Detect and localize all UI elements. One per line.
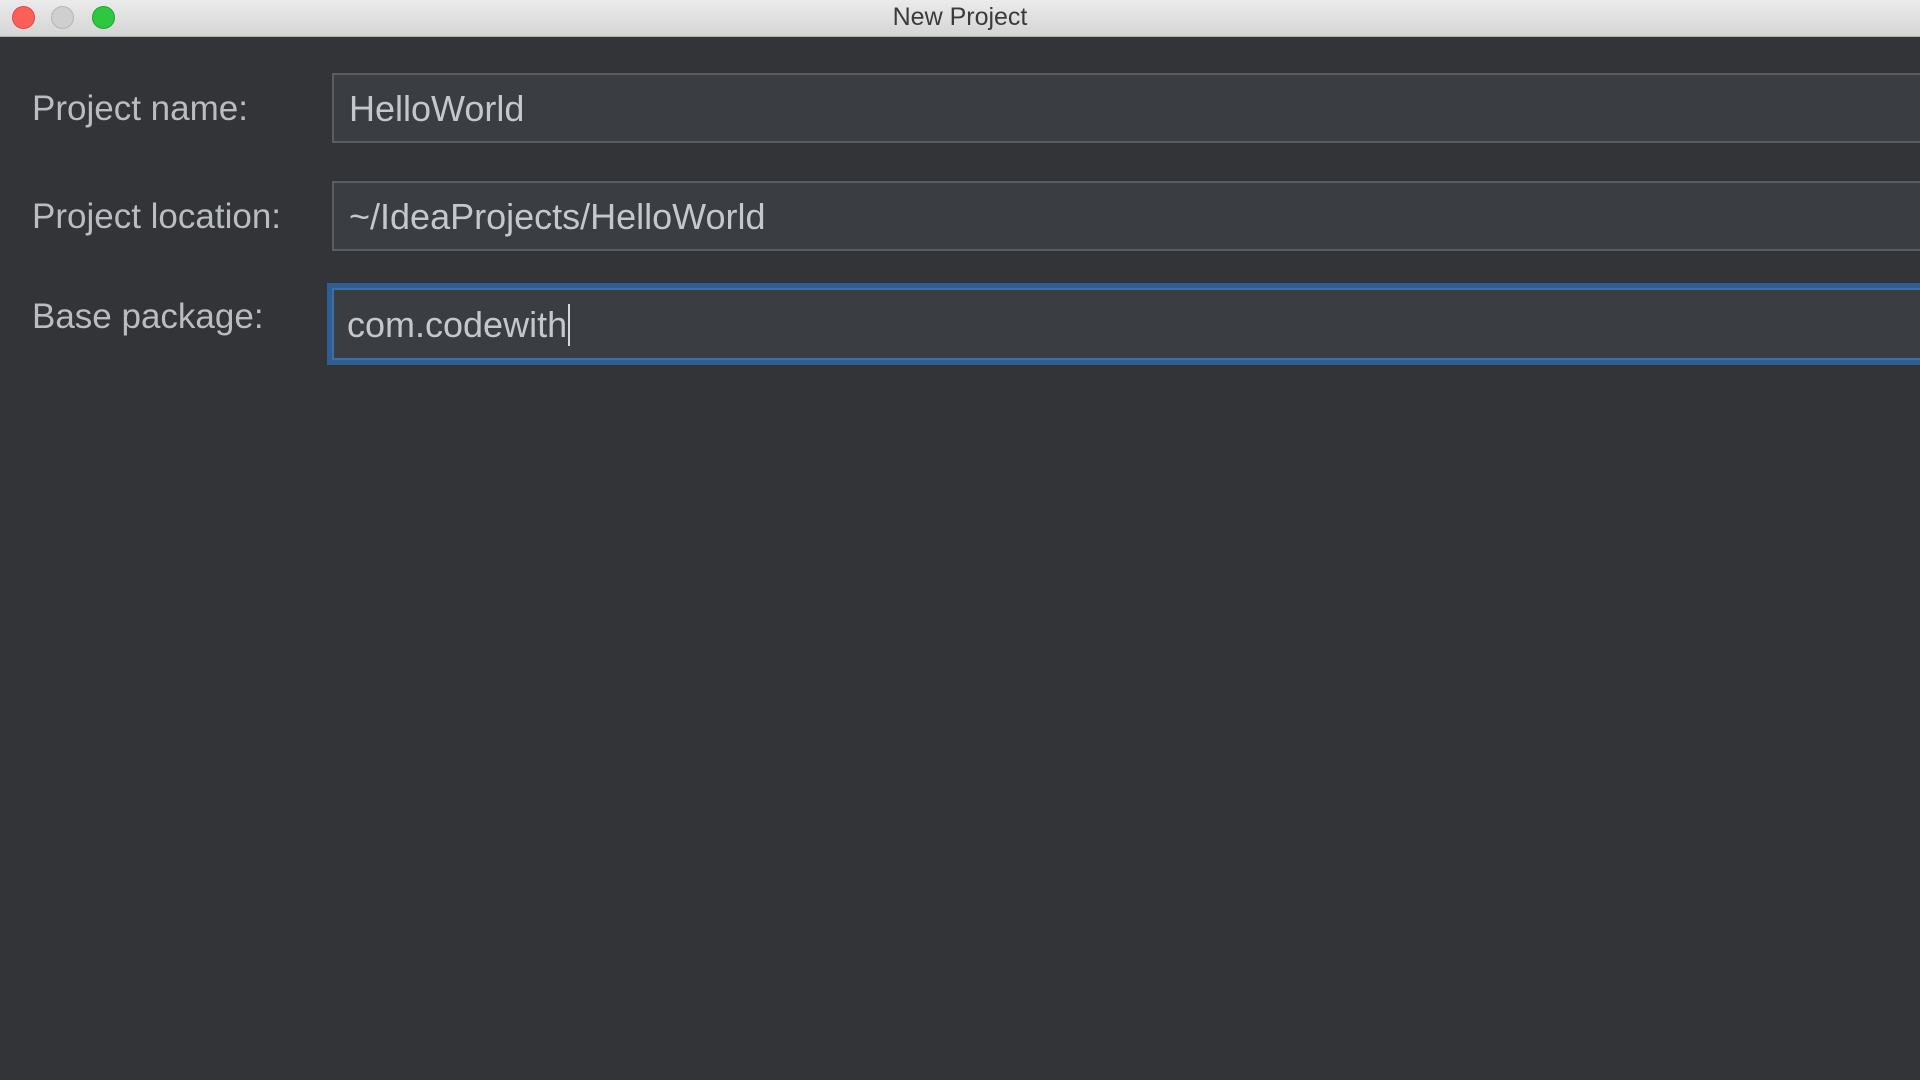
title-bar[interactable]: New Project (0, 0, 1920, 37)
text-caret (568, 304, 571, 346)
base-package-value: com.codewith (347, 304, 568, 345)
project-name-label: Project name: (32, 89, 248, 128)
project-name-value: HelloWorld (349, 88, 525, 129)
base-package-label: Base package: (32, 297, 264, 336)
project-name-field[interactable]: HelloWorld (332, 73, 1920, 143)
project-location-field[interactable]: ~/IdeaProjects/HelloWorld (332, 181, 1920, 251)
project-location-value: ~/IdeaProjects/HelloWorld (349, 196, 766, 237)
new-project-window: New Project Project name: HelloWorld Pro… (0, 0, 1920, 1080)
base-package-value-wrap: com.codewith (347, 304, 571, 346)
project-location-label: Project location: (32, 197, 282, 236)
window-title: New Project (892, 3, 1028, 31)
base-package-field[interactable]: com.codewith (327, 283, 1920, 365)
